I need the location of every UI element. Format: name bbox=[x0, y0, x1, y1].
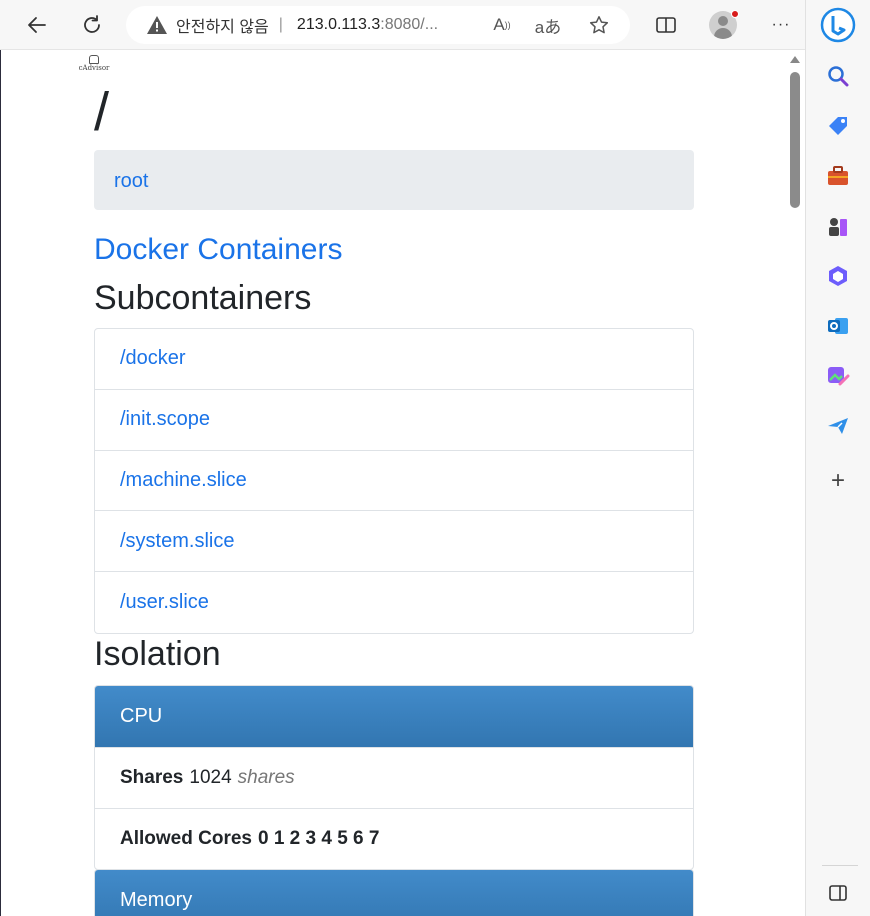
tools-briefcase-icon[interactable] bbox=[823, 161, 853, 191]
allowed-cores-value: 0 1 2 3 4 5 6 7 bbox=[257, 828, 380, 849]
docker-containers-link[interactable]: Docker Containers bbox=[94, 233, 342, 267]
games-chess-icon[interactable] bbox=[823, 211, 853, 241]
send-paper-plane-icon[interactable] bbox=[823, 411, 853, 441]
subcontainers-list: /docker /init.scope /machine.slice /syst… bbox=[94, 328, 694, 634]
cadvisor-logo[interactable]: cAdvisor bbox=[74, 55, 114, 75]
add-icon: + bbox=[830, 467, 845, 494]
bing-copilot-icon[interactable] bbox=[819, 6, 857, 44]
outlook-icon[interactable] bbox=[823, 311, 853, 341]
address-path: :8080/... bbox=[380, 16, 439, 33]
cpu-shares-row: Shares 1024 shares bbox=[95, 747, 693, 808]
scroll-up-arrow-icon[interactable] bbox=[790, 56, 800, 63]
scroll-thumb[interactable] bbox=[790, 72, 800, 208]
subcontainer-link[interactable]: /docker bbox=[95, 329, 693, 390]
memory-panel: Memory bbox=[94, 869, 694, 916]
read-aloud-label: A bbox=[493, 15, 505, 34]
address-bar[interactable]: 안전하지 않음 | 213.0.113.3:8080/... A)) aあ bbox=[126, 6, 630, 44]
warning-icon bbox=[146, 15, 168, 35]
allowed-cores-label: Allowed Cores bbox=[120, 828, 252, 849]
microsoft365-icon[interactable] bbox=[823, 261, 853, 291]
address-host: 213.0.113.3 bbox=[296, 16, 381, 33]
isolation-heading: Isolation bbox=[94, 635, 221, 673]
back-arrow-icon bbox=[28, 17, 46, 33]
split-screen-button[interactable] bbox=[650, 9, 682, 41]
hide-sidebar-button[interactable] bbox=[823, 878, 853, 908]
translate-label: aあ bbox=[534, 17, 562, 37]
designer-icon[interactable] bbox=[823, 361, 853, 391]
breadcrumb-root-link[interactable]: root bbox=[114, 170, 148, 192]
logo-text: cAdvisor bbox=[78, 64, 110, 72]
back-button[interactable] bbox=[21, 9, 53, 41]
page-viewport: cAdvisor / root Docker Containers Subcon… bbox=[0, 50, 805, 916]
subcontainers-heading: Subcontainers bbox=[94, 279, 312, 317]
translate-icon[interactable]: aあ bbox=[534, 14, 562, 37]
cpu-panel-header: CPU bbox=[95, 686, 693, 747]
page-title: / bbox=[94, 82, 110, 142]
cadvisor-owl-icon bbox=[89, 55, 99, 64]
notification-dot bbox=[731, 10, 739, 18]
more-menu-button[interactable]: ··· bbox=[765, 9, 797, 41]
shares-label: Shares bbox=[120, 767, 184, 788]
refresh-icon bbox=[84, 15, 100, 33]
refresh-button[interactable] bbox=[76, 9, 108, 41]
page-scrollbar[interactable] bbox=[785, 50, 805, 916]
breadcrumb: root bbox=[94, 150, 694, 210]
subcontainer-link[interactable]: /user.slice bbox=[95, 572, 693, 633]
address-separator: | bbox=[278, 16, 283, 33]
browser-toolbar: 안전하지 않음 | 213.0.113.3:8080/... A)) aあ ··… bbox=[0, 0, 805, 50]
subcontainer-link[interactable]: /machine.slice bbox=[95, 451, 693, 512]
shopping-tag-icon[interactable] bbox=[823, 111, 853, 141]
cpu-panel: CPU Shares 1024 shares Allowed Cores 0 1… bbox=[94, 685, 694, 870]
add-sidebar-app-button[interactable]: + bbox=[823, 466, 853, 496]
subcontainer-link[interactable]: /init.scope bbox=[95, 390, 693, 451]
shares-unit: shares bbox=[237, 767, 295, 788]
memory-panel-header: Memory bbox=[95, 870, 693, 916]
read-aloud-icon[interactable]: A)) bbox=[488, 14, 516, 36]
favorite-star-icon[interactable] bbox=[585, 14, 613, 36]
edge-sidebar: + bbox=[805, 0, 870, 916]
shares-value: 1024 bbox=[189, 767, 232, 788]
subcontainer-link[interactable]: /system.slice bbox=[95, 511, 693, 573]
cpu-cores-row: Allowed Cores 0 1 2 3 4 5 6 7 bbox=[95, 808, 693, 869]
insecure-label: 안전하지 않음 bbox=[176, 19, 269, 36]
sidebar-toggle-icon bbox=[829, 885, 847, 901]
split-screen-icon bbox=[656, 17, 676, 33]
sidebar-divider bbox=[822, 865, 858, 866]
more-icon: ··· bbox=[771, 16, 791, 33]
search-icon[interactable] bbox=[823, 61, 853, 91]
